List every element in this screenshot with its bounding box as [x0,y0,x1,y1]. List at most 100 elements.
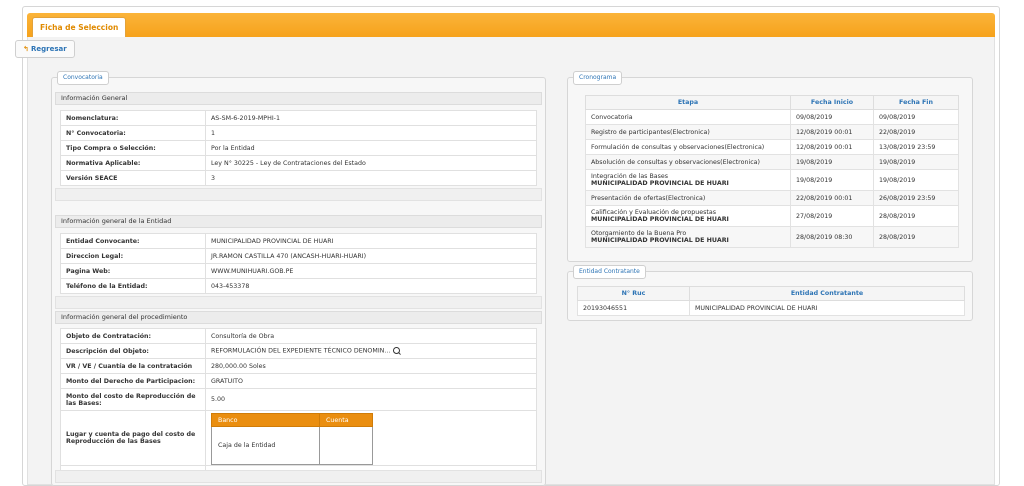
account-header: Cuenta [319,413,373,427]
bank-value: Caja de la Entidad [211,426,320,465]
schedule-row: Formulación de consultas y observaciones… [585,139,959,155]
schedule-table: Etapa Fecha Inicio Fecha Fin Convocatoria 0… [585,95,959,248]
table-row: Nomenclatura: AS-SM-6-2019-MPHI-1 [60,110,537,126]
field-value: WWW.MUNIHUARI.GOB.PE [205,263,537,279]
column-ruc: N° Ruc [577,286,690,301]
tab-ficha-seleccion[interactable]: Ficha de Seleccion [32,17,127,37]
schedule-row: Presentación de ofertas(Electronica) 22/0… [585,190,959,206]
field-value: Ley N° 30225 - Ley de Contrataciones del… [205,155,537,171]
field-value: Por la Entidad [205,140,537,156]
stage-entity: MUNICIPALIDAD PROVINCIAL DE HUARI [591,216,729,223]
table-row: Descripción del Objeto: REFORMULACIÓN DEL… [60,343,537,359]
stage-cell: Otorgamiento de la Buena Pro MUNICIPALIDA… [585,226,791,248]
table-row: Monto del costo de Reproducción de las B… [60,388,537,411]
entity-info-header: Información general de la Entidad [55,215,542,228]
end-date: 09/08/2019 [873,109,959,125]
schedule-row: Otorgamiento de la Buena Pro MUNICIPALIDA… [585,226,959,248]
field-value: JR.RAMON CASTILLA 470 (ANCASH-HUARI-HUAR… [205,248,537,264]
field-value: 1 [205,125,537,141]
section-separator [55,296,542,309]
table-row: Entidad Convocante: MUNICIPALIDAD PROVINC… [60,233,537,249]
back-arrow-icon: ↰ [23,45,29,53]
bank-table: Banco Cuenta Caja de la Entidad [211,413,373,465]
bank-header: Banco [211,413,320,427]
description-value: REFORMULACIÓN DEL EXPEDIENTE TÉCNICO DEN… [211,347,391,355]
end-date: 19/08/2019 [873,154,959,170]
schedule-row: Convocatoria 09/08/2019 09/08/2019 [585,109,959,125]
field-value: 3 [205,170,537,186]
entity-info-table: Entidad Convocante: MUNICIPALIDAD PROVINC… [60,233,537,294]
general-info-table: Nomenclatura: AS-SM-6-2019-MPHI-1 N° Convo… [60,110,537,186]
stage-cell: Calificación y Evaluación de propuestas M… [585,205,791,227]
field-value: AS-SM-6-2019-MPHI-1 [205,110,537,126]
field-label: Normativa Aplicable: [60,155,206,171]
stage-cell: Registro de participantes(Electronica) [585,124,791,140]
entidad-contratante-legend: Entidad Contratante [573,265,646,279]
stage-name: Presentación de ofertas(Electronica) [591,194,706,202]
procedure-info-header: Información general del procedimiento [55,311,542,324]
back-button[interactable]: ↰ Regresar [15,40,75,58]
start-date: 12/08/2019 00:01 [790,139,874,155]
end-date: 28/08/2019 [873,205,959,227]
table-row: Tipo Compra o Selección: Por la Entidad [60,140,537,156]
cronograma-panel: Cronograma Etapa Fecha Inicio Fecha Fin Co… [567,71,973,262]
column-fecha-fin: Fecha Fin [873,95,959,110]
end-date: 28/08/2019 [873,226,959,248]
convocatoria-panel: Convocatoria Información General Nomencl… [51,71,546,486]
column-etapa: Etapa [585,95,791,110]
end-date: 22/08/2019 [873,124,959,140]
column-fecha-inicio: Fecha Inicio [790,95,874,110]
start-date: 27/08/2019 [790,205,874,227]
field-label: Teléfono de la Entidad: [60,278,206,294]
field-label: Direccion Legal: [60,248,206,264]
stage-cell: Formulación de consultas y observaciones… [585,139,791,155]
table-row: Versión SEACE 3 [60,170,537,186]
field-label: Pagina Web: [60,263,206,279]
table-row: Direccion Legal: JR.RAMON CASTILLA 470 (A… [60,248,537,264]
start-date: 09/08/2019 [790,109,874,125]
stage-name: Calificación y Evaluación de propuestas [591,209,716,216]
start-date: 22/08/2019 00:01 [790,190,874,206]
stage-cell: Presentación de ofertas(Electronica) [585,190,791,206]
convocatoria-legend: Convocatoria [57,71,109,85]
search-icon[interactable] [393,347,401,355]
stage-name: Otorgamiento de la Buena Pro [591,230,687,237]
procedure-info-table: Objeto de Contratación: Consultoría de Ob… [60,328,537,481]
schedule-row: Integración de las Bases MUNICIPALIDAD PR… [585,169,959,191]
start-date: 19/08/2019 [790,154,874,170]
field-label: Versión SEACE [60,170,206,186]
stage-cell: Absolución de consultas y observaciones(… [585,154,791,170]
section-separator [55,470,542,483]
field-label: N° Convocatoria: [60,125,206,141]
general-info-header: Información General [55,92,542,105]
table-row: Monto del Derecho de Participacion: GRATU… [60,373,537,389]
stage-entity: MUNICIPALIDAD PROVINCIAL DE HUARI [591,180,729,187]
stage-name: Convocatoria [591,113,633,121]
column-entidad: Entidad Contratante [689,286,965,301]
end-date: 19/08/2019 [873,169,959,191]
end-date: 13/08/2019 23:59 [873,139,959,155]
schedule-row: Registro de participantes(Electronica) 12… [585,124,959,140]
stage-name: Integración de las Bases [591,173,669,180]
table-row: Objeto de Contratación: Consultoría de Ob… [60,328,537,344]
account-value [319,426,373,465]
table-row: 20193046551 MUNICIPALIDAD PROVINCIAL DE H… [577,300,965,316]
start-date: 12/08/2019 00:01 [790,124,874,140]
tab-bar: Ficha de Seleccion [27,13,995,37]
stage-cell: Convocatoria [585,109,791,125]
schedule-row: Calificación y Evaluación de propuestas M… [585,205,959,227]
table-row: VR / VE / Cuantía de la contratación 280,… [60,358,537,374]
stage-name: Absolución de consultas y observaciones(… [591,158,760,166]
field-label: Entidad Convocante: [60,233,206,249]
field-label: Tipo Compra o Selección: [60,140,206,156]
stage-entity: MUNICIPALIDAD PROVINCIAL DE HUARI [591,237,729,244]
table-row: Lugar y cuenta de pago del costo de Repr… [60,410,537,466]
schedule-row: Absolución de consultas y observaciones(… [585,154,959,170]
entidad-contratante-panel: Entidad Contratante N° Ruc Entidad Contra… [567,265,973,321]
field-value: MUNICIPALIDAD PROVINCIAL DE HUARI [205,233,537,249]
end-date: 26/08/2019 23:59 [873,190,959,206]
stage-cell: Integración de las Bases MUNICIPALIDAD PR… [585,169,791,191]
cronograma-legend: Cronograma [573,71,623,85]
table-row: Pagina Web: WWW.MUNIHUARI.GOB.PE [60,263,537,279]
start-date: 28/08/2019 08:30 [790,226,874,248]
